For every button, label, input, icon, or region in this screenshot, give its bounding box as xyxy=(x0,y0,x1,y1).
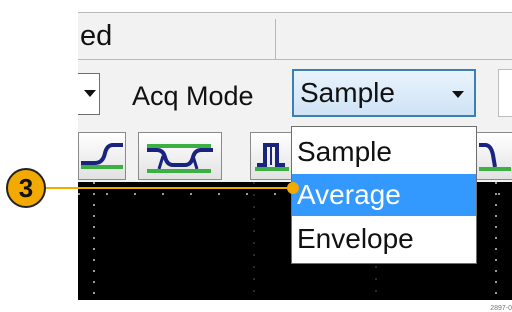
negative-pulse-icon xyxy=(479,143,511,171)
option-sample[interactable]: Sample xyxy=(292,131,476,173)
right-field[interactable] xyxy=(498,69,512,117)
callout-leader-line xyxy=(46,187,292,189)
title-divider xyxy=(275,19,276,59)
chevron-down-icon xyxy=(84,90,96,97)
acq-mode-select[interactable]: Sample xyxy=(292,69,476,117)
option-average[interactable]: Average xyxy=(292,174,476,216)
pulse-both-icon xyxy=(147,144,213,173)
callout-leader-dot xyxy=(287,182,299,194)
acq-mode-label: Acq Mode xyxy=(132,81,254,111)
positive-pulse-icon xyxy=(255,143,289,171)
rising-edge-icon xyxy=(81,143,123,169)
title-bar: ed xyxy=(78,12,512,60)
acq-mode-dropdown-list: Sample Average Envelope xyxy=(291,126,477,264)
callout-number: 3 xyxy=(6,168,46,208)
window-title: ed xyxy=(80,20,113,52)
trigger-rising-edge-button[interactable] xyxy=(78,132,126,180)
chevron-down-icon xyxy=(452,91,464,98)
acq-mode-value: Sample xyxy=(300,77,395,108)
left-dropdown[interactable] xyxy=(78,73,100,115)
figure-id: 2897-0 xyxy=(490,305,512,312)
trigger-positive-pulse-button[interactable] xyxy=(250,132,294,180)
option-envelope[interactable]: Envelope xyxy=(292,218,476,260)
trigger-negative-pulse-button[interactable] xyxy=(476,132,512,180)
acquisition-toolbar: Acq Mode Sample xyxy=(78,60,512,126)
trigger-pulse-both-button[interactable] xyxy=(138,132,222,180)
